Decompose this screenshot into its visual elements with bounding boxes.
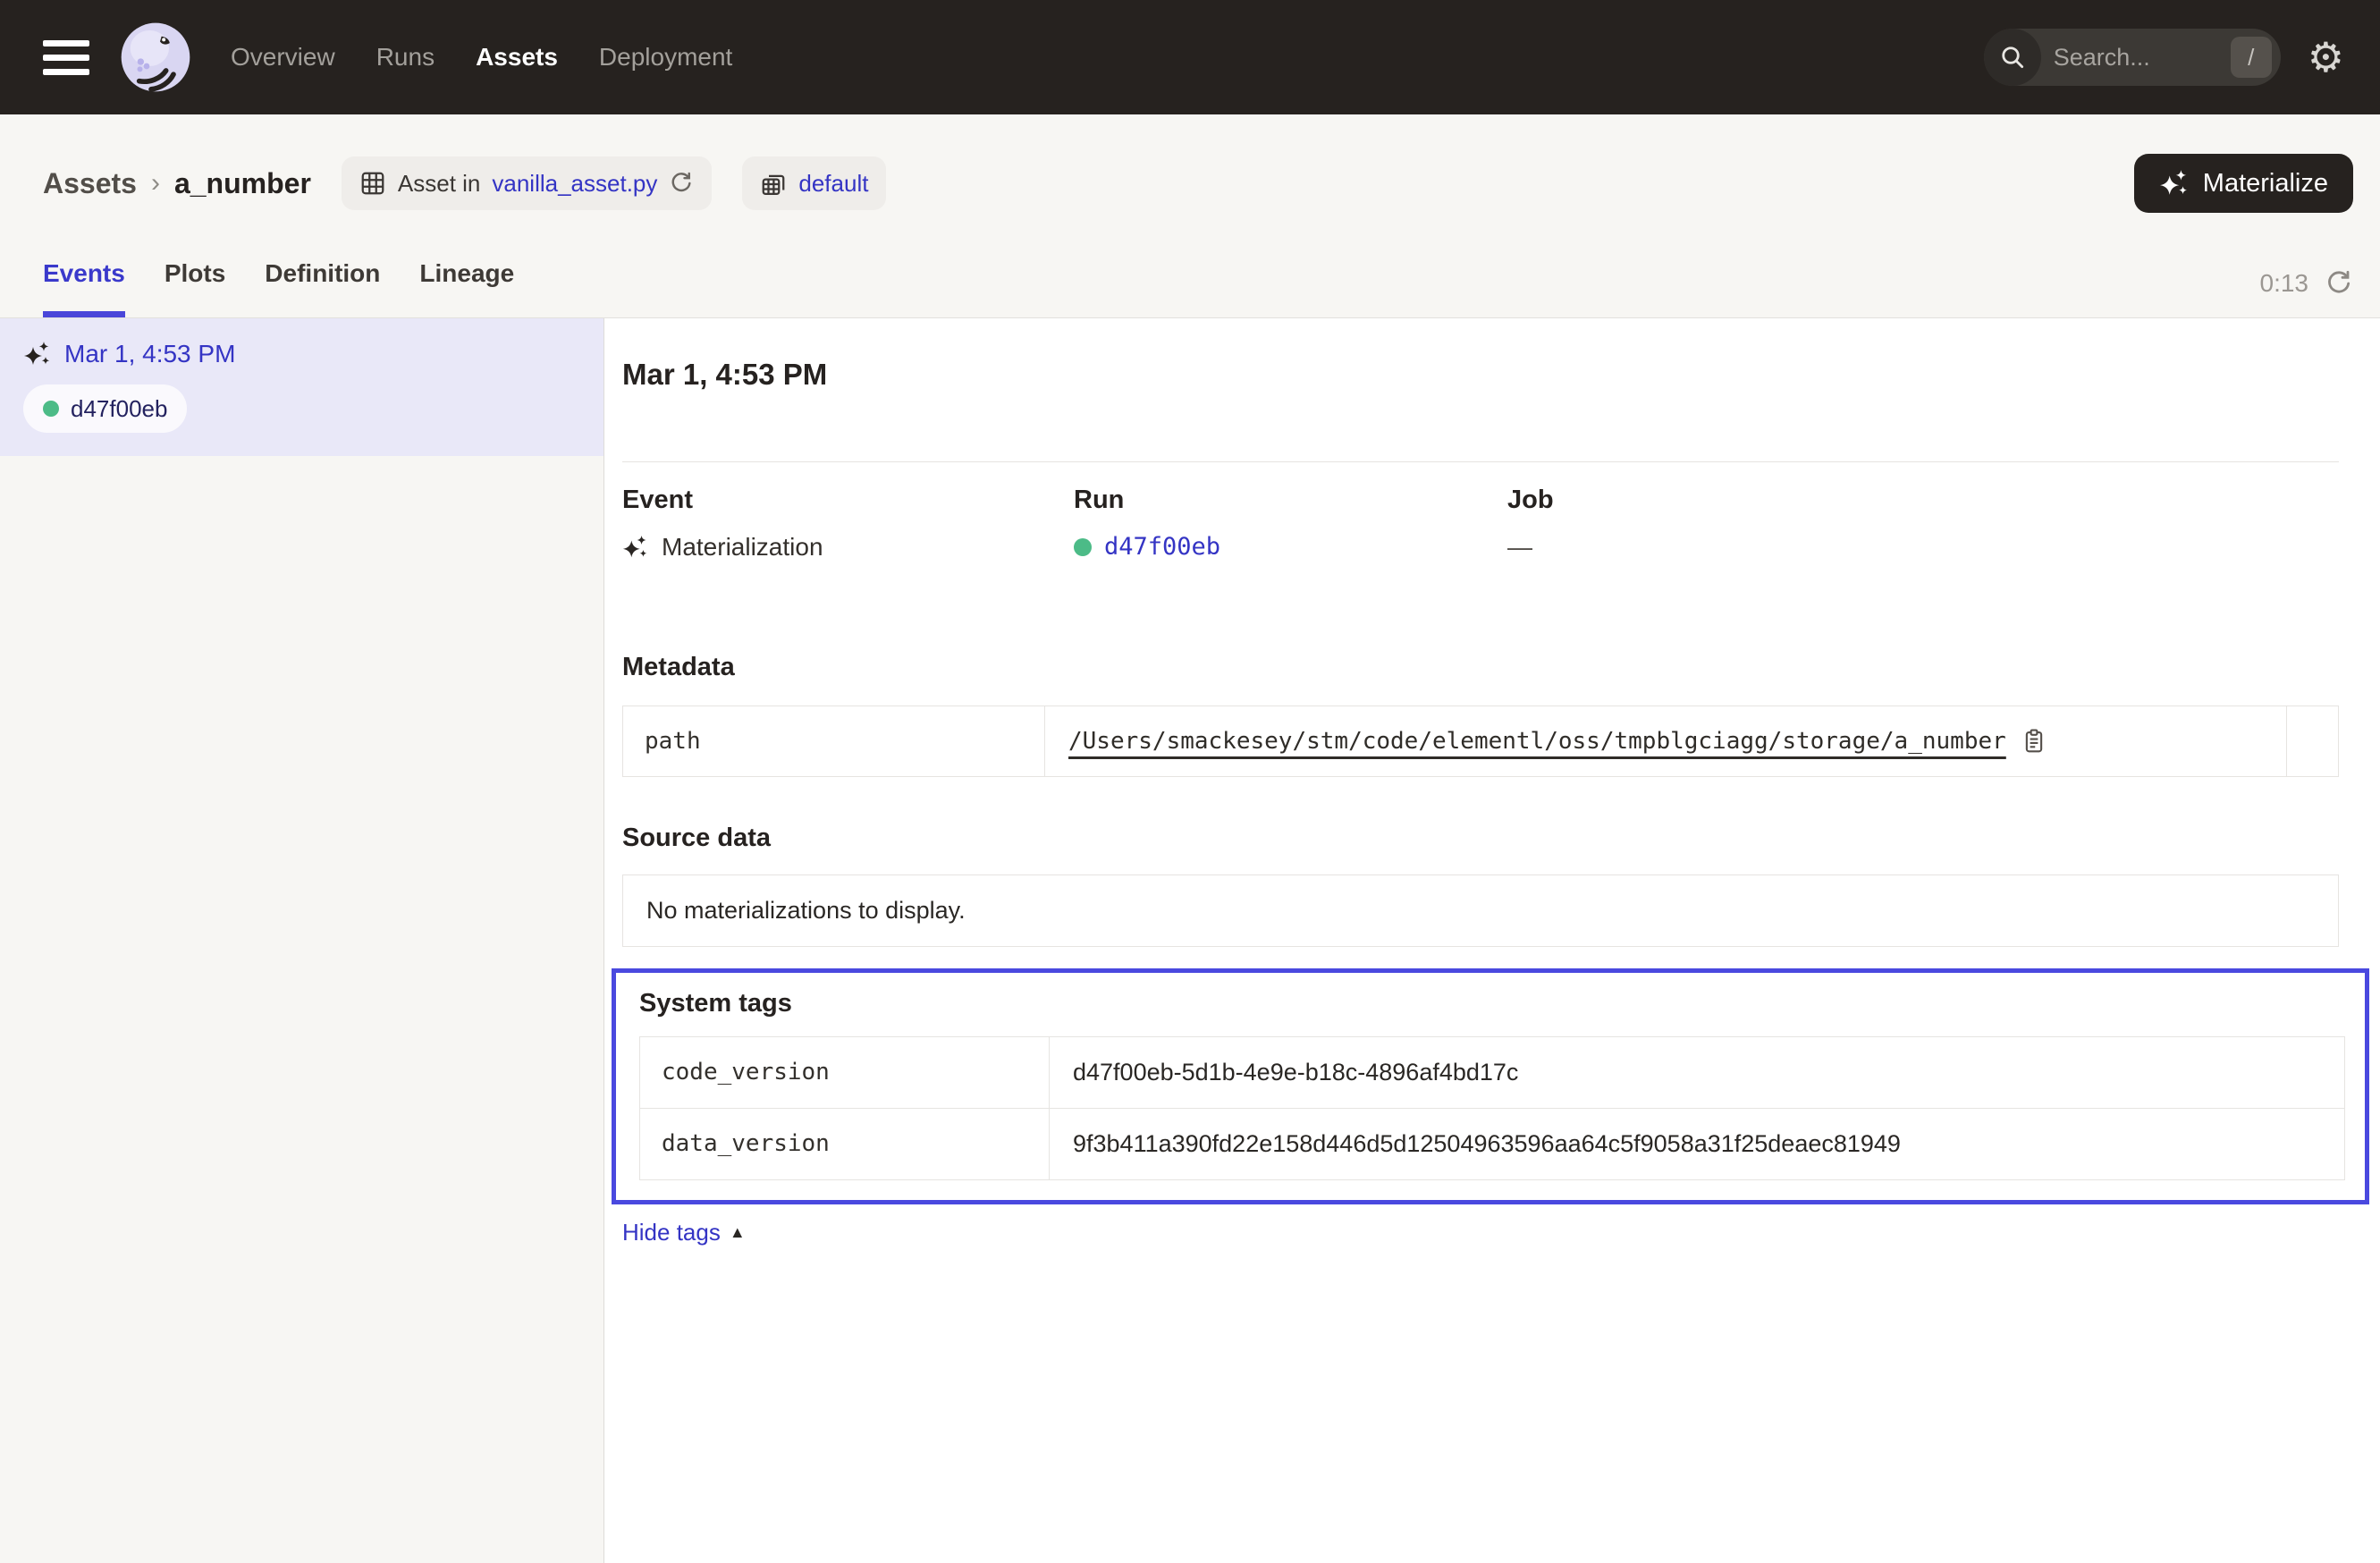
event-summary: Event Materialization Run d xyxy=(622,486,2339,562)
materialization-sparkle-icon xyxy=(622,534,649,561)
event-type-value: Materialization xyxy=(662,533,823,562)
tab-lineage[interactable]: Lineage xyxy=(419,259,514,317)
asset-tabs: Events Plots Definition Lineage xyxy=(43,259,514,317)
asset-header: Assets › a_number Asset in vanilla_asset… xyxy=(0,114,2380,318)
hide-tags-link[interactable]: Hide tags ▲ xyxy=(622,1219,746,1246)
events-sidebar: Mar 1, 4:53 PM d47f00eb xyxy=(0,318,604,1563)
metadata-table: path /Users/smackesey/stm/code/elementl/… xyxy=(622,705,2339,777)
divider xyxy=(622,461,2339,462)
event-detail-panel: Mar 1, 4:53 PM Event Materialization xyxy=(604,318,2380,1563)
system-tag-value: 9f3b411a390fd22e158d446d5d12504963596aa6… xyxy=(1050,1109,2344,1179)
table-actions-cell xyxy=(2286,706,2338,776)
job-empty-value: — xyxy=(1507,533,1532,562)
table-row: code_version d47f00eb-5d1b-4e9e-b18c-489… xyxy=(640,1037,2344,1108)
materialization-sparkle-icon xyxy=(23,340,52,368)
system-tag-key: code_version xyxy=(640,1037,1050,1108)
sparkle-icon xyxy=(2159,168,2190,199)
asset-grid-icon xyxy=(359,170,386,197)
system-tag-key: data_version xyxy=(640,1109,1050,1179)
table-row: data_version 9f3b411a390fd22e158d446d5d1… xyxy=(640,1108,2344,1179)
system-tag-value: d47f00eb-5d1b-4e9e-b18c-4896af4bd17c xyxy=(1050,1037,2344,1108)
event-list-item[interactable]: Mar 1, 4:53 PM d47f00eb xyxy=(0,318,603,456)
primary-nav: Overview Runs Assets Deployment xyxy=(231,43,732,72)
run-status-dot xyxy=(1074,538,1092,556)
code-location-icon xyxy=(760,170,787,197)
search-input[interactable] xyxy=(2041,44,2231,72)
nav-link-runs[interactable]: Runs xyxy=(376,43,435,72)
menu-icon[interactable] xyxy=(43,40,89,75)
search-icon xyxy=(1984,29,2041,86)
code-location-badge: default xyxy=(742,156,886,210)
caret-up-icon: ▲ xyxy=(730,1223,746,1242)
system-tags-table: code_version d47f00eb-5d1b-4e9e-b18c-489… xyxy=(639,1036,2345,1180)
copy-icon[interactable] xyxy=(2021,728,2047,755)
system-tags-highlighted-section: System tags code_version d47f00eb-5d1b-4… xyxy=(612,968,2369,1204)
source-data-empty-message: No materializations to display. xyxy=(622,874,2339,947)
nav-link-deployment[interactable]: Deployment xyxy=(599,43,732,72)
nav-link-assets[interactable]: Assets xyxy=(476,43,558,72)
event-heading: Mar 1, 4:53 PM xyxy=(622,358,2339,392)
run-id-link[interactable]: d47f00eb xyxy=(1104,533,1220,561)
path-value-link[interactable]: /Users/smackesey/stm/code/elementl/oss/t… xyxy=(1068,728,2006,755)
breadcrumb-current-asset: a_number xyxy=(174,167,311,200)
tab-plots[interactable]: Plots xyxy=(165,259,225,317)
system-tags-title: System tags xyxy=(639,989,2345,1018)
tab-events[interactable]: Events xyxy=(43,259,125,317)
asset-file-link[interactable]: vanilla_asset.py xyxy=(492,170,657,198)
code-location-link[interactable]: default xyxy=(798,170,868,198)
asset-badge-prefix: Asset in xyxy=(398,170,481,198)
hide-tags-label: Hide tags xyxy=(622,1219,721,1246)
table-row: path /Users/smackesey/stm/code/elementl/… xyxy=(623,706,2338,776)
top-nav: Overview Runs Assets Deployment / ⚙ xyxy=(0,0,2380,114)
materialize-button-label: Materialize xyxy=(2203,169,2328,199)
breadcrumb: Assets › a_number xyxy=(43,167,311,200)
metadata-section: Metadata path /Users/smackesey/stm/code/… xyxy=(622,653,2339,777)
search-box[interactable]: / xyxy=(1984,29,2281,86)
run-tag-label: d47f00eb xyxy=(71,395,167,423)
metadata-key: path xyxy=(623,706,1045,776)
asset-definition-badge: Asset in vanilla_asset.py xyxy=(342,156,713,210)
refresh-icon[interactable] xyxy=(2325,269,2353,298)
nav-link-overview[interactable]: Overview xyxy=(231,43,335,72)
tab-definition[interactable]: Definition xyxy=(265,259,380,317)
job-column-label: Job xyxy=(1507,486,2339,515)
run-column-label: Run xyxy=(1074,486,1507,515)
search-shortcut-key: / xyxy=(2231,37,2272,78)
run-status-dot xyxy=(43,401,59,417)
breadcrumb-assets-link[interactable]: Assets xyxy=(43,167,137,200)
breadcrumb-separator: › xyxy=(151,168,160,199)
refresh-countdown: 0:13 xyxy=(2260,269,2309,298)
metadata-title: Metadata xyxy=(622,653,2339,682)
source-data-title: Source data xyxy=(622,824,2339,853)
settings-gear-icon[interactable]: ⚙ xyxy=(2308,37,2344,78)
event-column-label: Event xyxy=(622,486,1074,515)
materialize-button[interactable]: Materialize xyxy=(2134,154,2353,213)
reload-definition-icon[interactable] xyxy=(669,171,694,196)
run-tag[interactable]: d47f00eb xyxy=(23,384,187,433)
source-data-section: Source data No materializations to displ… xyxy=(622,824,2339,947)
event-timestamp-link[interactable]: Mar 1, 4:53 PM xyxy=(64,340,235,368)
dagster-logo-icon[interactable] xyxy=(120,21,191,93)
